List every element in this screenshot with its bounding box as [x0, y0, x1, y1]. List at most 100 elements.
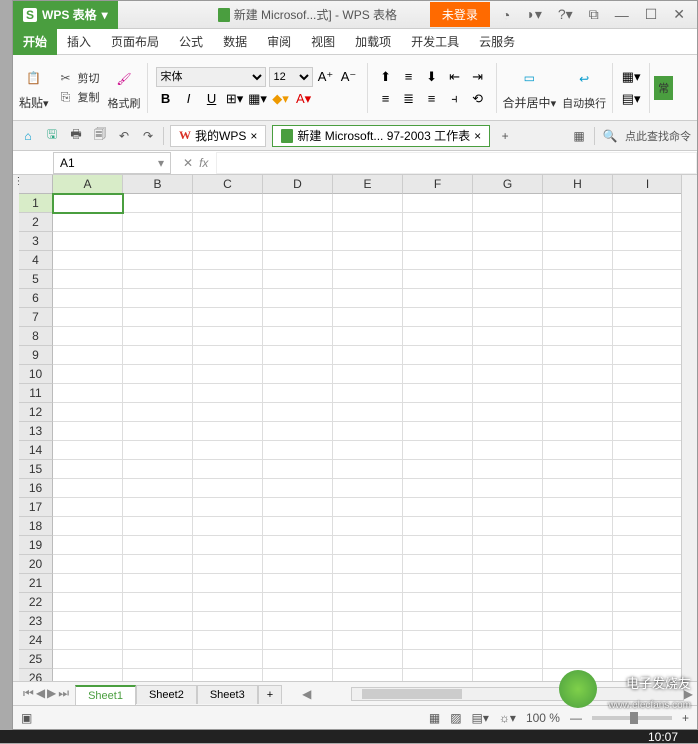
cell[interactable]	[123, 441, 193, 460]
cell-style-button[interactable]: ▦▾	[248, 89, 268, 109]
cell[interactable]	[543, 308, 613, 327]
select-all-corner[interactable]	[19, 175, 53, 194]
row-header[interactable]: 8	[19, 327, 53, 346]
cell[interactable]	[403, 213, 473, 232]
cell[interactable]	[403, 555, 473, 574]
hscroll-right-icon[interactable]: ▶	[684, 687, 693, 701]
cell[interactable]	[123, 460, 193, 479]
row-header[interactable]: 1	[19, 194, 53, 213]
fill-color-button[interactable]: ◆▾	[271, 89, 291, 109]
cell[interactable]	[403, 289, 473, 308]
cell[interactable]	[333, 327, 403, 346]
cell[interactable]	[193, 232, 263, 251]
cell[interactable]	[263, 403, 333, 422]
doc-tab-mywps[interactable]: W 我的WPS ×	[170, 125, 266, 147]
cell[interactable]	[53, 498, 123, 517]
cell[interactable]	[123, 289, 193, 308]
cell[interactable]	[53, 555, 123, 574]
cell[interactable]	[263, 384, 333, 403]
cell[interactable]	[473, 498, 543, 517]
cell[interactable]	[333, 346, 403, 365]
menu-insert[interactable]: 插入	[57, 29, 101, 55]
cell[interactable]	[613, 327, 681, 346]
login-button[interactable]: 未登录	[430, 2, 490, 27]
spreadsheet-grid[interactable]: ABCDEFGHI1234567891011121314151617181920…	[19, 175, 681, 681]
cell[interactable]	[543, 270, 613, 289]
cell[interactable]	[123, 517, 193, 536]
cell[interactable]	[543, 289, 613, 308]
copy-button[interactable]: ⎘复制	[57, 89, 100, 107]
orientation-button[interactable]: ⟲	[468, 89, 488, 109]
cell[interactable]	[263, 289, 333, 308]
cell[interactable]	[263, 327, 333, 346]
cell[interactable]	[193, 251, 263, 270]
menu-cloud[interactable]: 云服务	[469, 29, 525, 55]
cancel-formula-icon[interactable]: ✕	[183, 156, 193, 170]
cell[interactable]	[193, 441, 263, 460]
cell[interactable]	[53, 403, 123, 422]
cell[interactable]	[53, 346, 123, 365]
cell[interactable]	[333, 555, 403, 574]
row-col-button[interactable]: ▦▾	[621, 67, 641, 87]
menu-page-layout[interactable]: 页面布局	[101, 29, 169, 55]
row-header[interactable]: 22	[19, 593, 53, 612]
cell[interactable]	[193, 365, 263, 384]
cell[interactable]	[123, 498, 193, 517]
cell[interactable]	[123, 612, 193, 631]
cell[interactable]	[53, 517, 123, 536]
cell[interactable]	[193, 555, 263, 574]
cell[interactable]	[473, 327, 543, 346]
cell[interactable]	[613, 574, 681, 593]
cell[interactable]	[53, 308, 123, 327]
cell[interactable]	[403, 593, 473, 612]
cell[interactable]	[333, 194, 403, 213]
cell[interactable]	[123, 631, 193, 650]
cell[interactable]	[613, 308, 681, 327]
prev-sheet-icon[interactable]: ◀	[36, 686, 45, 701]
cell[interactable]	[613, 365, 681, 384]
cell[interactable]	[123, 536, 193, 555]
font-color-button[interactable]: A▾	[294, 89, 314, 109]
cell[interactable]	[403, 251, 473, 270]
print-preview-icon[interactable]: 🗐	[91, 127, 109, 145]
vertical-scrollbar[interactable]	[681, 175, 697, 681]
cell[interactable]	[543, 612, 613, 631]
search-icon[interactable]: 🔍	[601, 127, 619, 145]
cell[interactable]	[473, 669, 543, 681]
cell[interactable]	[53, 384, 123, 403]
cell[interactable]	[333, 650, 403, 669]
column-header[interactable]: I	[613, 175, 681, 194]
cell[interactable]	[613, 232, 681, 251]
cell[interactable]	[473, 536, 543, 555]
cell[interactable]	[123, 422, 193, 441]
font-size-select[interactable]: 12	[269, 67, 313, 87]
cell[interactable]	[193, 422, 263, 441]
row-header[interactable]: 7	[19, 308, 53, 327]
cell[interactable]	[403, 536, 473, 555]
cell[interactable]	[543, 650, 613, 669]
bold-button[interactable]: B	[156, 89, 176, 109]
next-sheet-icon[interactable]: ▶	[47, 686, 56, 701]
cell[interactable]	[403, 631, 473, 650]
cell[interactable]	[473, 270, 543, 289]
row-header[interactable]: 5	[19, 270, 53, 289]
cell[interactable]	[473, 232, 543, 251]
cell[interactable]	[193, 384, 263, 403]
cell[interactable]	[403, 384, 473, 403]
cell[interactable]	[333, 289, 403, 308]
cell[interactable]	[473, 308, 543, 327]
close-tab-icon[interactable]: ×	[474, 129, 481, 143]
cell[interactable]	[123, 194, 193, 213]
cell[interactable]	[333, 308, 403, 327]
cell[interactable]	[123, 213, 193, 232]
menu-addins[interactable]: 加载项	[345, 29, 401, 55]
cell[interactable]	[263, 346, 333, 365]
cell[interactable]	[403, 403, 473, 422]
row-header[interactable]: 17	[19, 498, 53, 517]
cell[interactable]	[53, 612, 123, 631]
zoom-in-button[interactable]: +	[682, 711, 689, 725]
sheet-tab-3[interactable]: Sheet3	[197, 685, 258, 704]
cell[interactable]	[193, 631, 263, 650]
ribbon-more[interactable]: 常	[654, 76, 673, 100]
cell[interactable]	[473, 194, 543, 213]
